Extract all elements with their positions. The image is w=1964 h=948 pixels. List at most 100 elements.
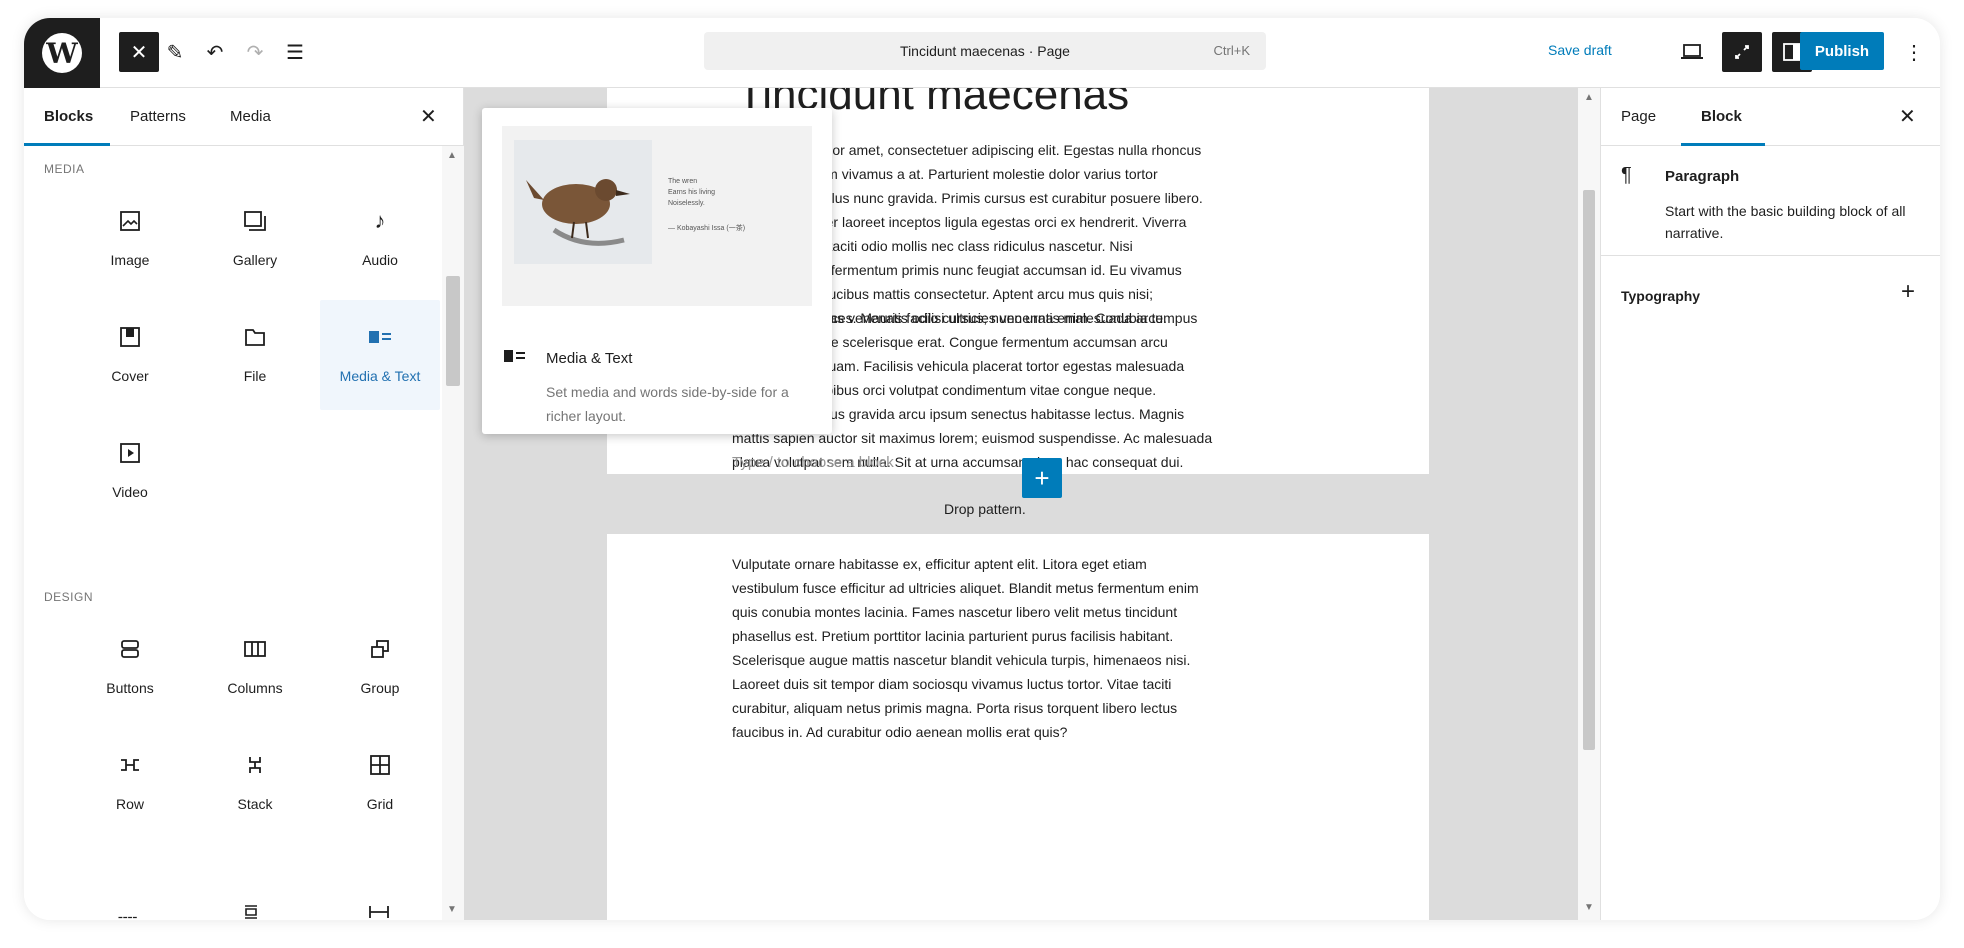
scroll-up-arrow-icon[interactable]: ▲ (447, 150, 457, 161)
spacer-block-icon[interactable] (242, 904, 260, 920)
block-file[interactable]: File (195, 300, 315, 410)
document-title: Tincidunt maecenas · Page (900, 43, 1070, 59)
block-preview-popover: The wren Earns his living Noiselessly. —… (482, 108, 832, 434)
add-block-button[interactable]: + (1022, 458, 1062, 498)
bird-illustration (514, 140, 652, 264)
block-label: Gallery (232, 252, 278, 268)
block-description: Start with the basic building block of a… (1665, 203, 1906, 241)
close-icon: ✕ (1899, 106, 1916, 128)
sidebar-tabs: Page Block ✕ (1601, 88, 1940, 146)
inserter-tabs: Blocks Patterns Media ✕ (24, 88, 464, 146)
block-label: Cover (111, 368, 149, 384)
close-inserter-button[interactable]: ✕ (119, 32, 159, 72)
image-icon (119, 206, 141, 236)
zoom-out-icon (1735, 45, 1749, 59)
block-cover[interactable]: Cover (70, 300, 190, 410)
block-label: Stack (237, 796, 273, 812)
block-label: File (243, 368, 267, 384)
preview-description: Set media and words side-by-side for a r… (546, 384, 789, 424)
poem-line: Noiselessly. (668, 200, 705, 207)
typography-options-button[interactable]: + (1901, 278, 1915, 306)
block-label: Columns (227, 680, 283, 696)
active-tab-indicator (24, 143, 110, 146)
close-inserter-panel-button[interactable]: ✕ (420, 104, 437, 129)
preview-title: Media & Text (546, 350, 633, 367)
wordpress-logo-button[interactable]: W (24, 18, 100, 88)
poem-line: Earns his living (668, 189, 716, 196)
more-vertical-icon: ⋮ (1904, 41, 1924, 64)
block-label: Audio (362, 252, 398, 268)
text-line: curabitur, aliquam netus primis magna. P… (732, 700, 1178, 716)
paragraph-block-3[interactable]: Vulputate ornare habitasse ex, efficitur… (732, 552, 1298, 744)
tab-blocks[interactable]: Blocks (44, 108, 93, 125)
tab-block[interactable]: Block (1701, 108, 1742, 125)
undo-button[interactable]: ↶ (195, 32, 235, 72)
width-spacer-icon[interactable] (368, 904, 390, 920)
redo-button[interactable]: ↷ (235, 32, 275, 72)
preview-image-area: The wren Earns his living Noiselessly. —… (502, 126, 812, 306)
document-overview-button[interactable]: ☰ (275, 32, 315, 72)
columns-icon (243, 634, 267, 664)
scrollbar-thumb[interactable] (446, 276, 460, 386)
typography-panel-title[interactable]: Typography (1621, 288, 1700, 304)
block-buttons[interactable]: Buttons (70, 612, 190, 722)
wordpress-logo-icon: W (42, 33, 82, 73)
publish-button[interactable]: Publish (1800, 32, 1884, 70)
shortcut-hint: Ctrl+K (1213, 43, 1250, 58)
drop-pattern-label: Drop pattern. (944, 501, 1026, 517)
options-menu-button[interactable]: ⋮ (1894, 32, 1934, 72)
scroll-down-arrow-icon[interactable]: ▼ (447, 904, 457, 915)
file-icon (244, 322, 266, 352)
block-image[interactable]: Image (70, 184, 190, 294)
block-label: Video (112, 484, 148, 500)
audio-icon: ♪ (374, 208, 386, 233)
tools-button[interactable]: ✎ (155, 32, 195, 72)
top-toolbar: W ✕ ✎ ↶ ↷ ☰ Tincidunt maecenas · Page Ct… (24, 18, 1940, 88)
media-text-icon (368, 322, 392, 352)
block-media-text[interactable]: Media & Text (320, 300, 440, 410)
block-label: Grid (366, 796, 394, 812)
zoom-out-button[interactable] (1722, 32, 1762, 72)
close-sidebar-button[interactable]: ✕ (1899, 104, 1916, 129)
text-line: Vulputate ornare habitasse ex, efficitur… (732, 556, 1147, 572)
video-icon (119, 438, 141, 468)
scrollbar-thumb[interactable] (1583, 190, 1595, 750)
poem-line: The wren (668, 178, 698, 185)
poem-line: — Kobayashi Issa (一茶) (668, 225, 746, 232)
inserter-scrollbar[interactable]: ▲ ▼ (442, 146, 464, 920)
block-group[interactable]: Group (320, 612, 440, 722)
tab-media[interactable]: Media (230, 108, 271, 125)
group-icon (369, 634, 391, 664)
grid-icon (369, 750, 391, 780)
block-grid[interactable]: Grid (320, 728, 440, 838)
scroll-up-arrow-icon[interactable]: ▲ (1584, 92, 1594, 103)
block-video[interactable]: Video (70, 416, 190, 526)
pencil-icon: ✎ (166, 41, 184, 64)
preview-button[interactable] (1672, 32, 1712, 72)
command-palette-bar[interactable]: Tincidunt maecenas · Page Ctrl+K (704, 32, 1266, 70)
tab-patterns[interactable]: Patterns (130, 108, 186, 125)
block-label: Row (115, 796, 144, 812)
tab-page[interactable]: Page (1621, 108, 1656, 125)
block-gallery[interactable]: Gallery (195, 184, 315, 294)
empty-block-placeholder[interactable]: Type / to choose a block (732, 454, 894, 471)
canvas-scrollbar[interactable]: ▲ ▼ (1578, 88, 1600, 920)
block-name: Paragraph (1665, 168, 1740, 185)
block-card: ¶ Paragraph Start with the basic buildin… (1601, 146, 1940, 256)
stack-icon (246, 750, 264, 780)
separator-icon[interactable]: ╌╌ (118, 908, 137, 920)
block-columns[interactable]: Columns (195, 612, 315, 722)
media-text-icon (504, 348, 526, 368)
text-line: Laoreet duis sit tempor diam sociosqu vi… (732, 676, 1172, 692)
paragraph-icon: ¶ (1621, 164, 1632, 186)
row-icon (118, 750, 142, 780)
close-icon: ✕ (420, 106, 437, 128)
block-row[interactable]: Row (70, 728, 190, 838)
text-line: quis conubia montes lacinia. Fames nasce… (732, 604, 1178, 620)
save-draft-button[interactable]: Save draft (1548, 42, 1612, 58)
block-stack[interactable]: Stack (195, 728, 315, 838)
scroll-down-arrow-icon[interactable]: ▼ (1584, 902, 1594, 913)
desktop-preview-icon (1681, 44, 1703, 59)
text-line: vestibulum fusce efficitur ad ultricies … (732, 580, 1199, 596)
block-audio[interactable]: ♪ Audio (320, 184, 440, 294)
